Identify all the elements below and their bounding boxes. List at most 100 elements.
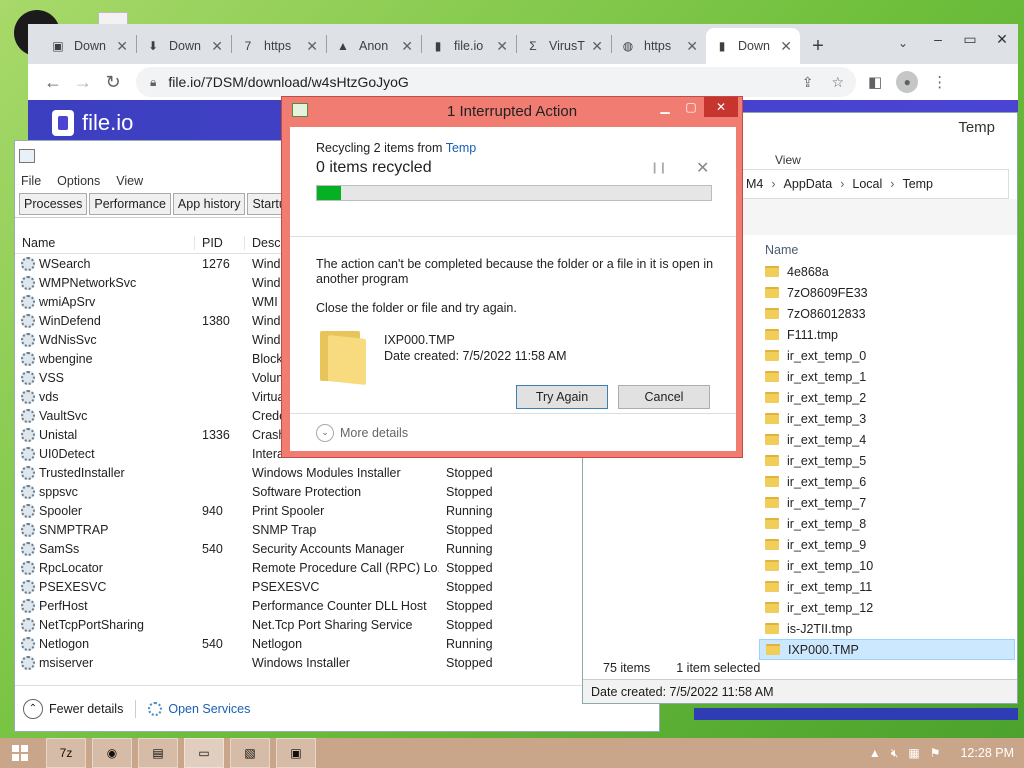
maximize-icon[interactable]: ▢ [678, 97, 704, 117]
table-row[interactable]: TrustedInstaller Windows Modules Installe… [15, 463, 659, 482]
tab-close-icon[interactable]: ✕ [211, 38, 223, 55]
try-again-button[interactable]: Try Again [516, 385, 608, 409]
profile-avatar-icon[interactable]: ● [896, 71, 919, 93]
list-item[interactable]: ir_ext_temp_12 [759, 597, 1015, 618]
browser-tab[interactable]: ▲ Anon ✕ [327, 28, 421, 64]
list-item[interactable]: ir_ext_temp_7 [759, 492, 1015, 513]
list-item[interactable]: ir_ext_temp_9 [759, 534, 1015, 555]
taskbar-chrome-icon[interactable]: ◉ [92, 738, 132, 768]
list-item[interactable]: ir_ext_temp_5 [759, 450, 1015, 471]
table-row[interactable]: msiserver Windows Installer Stopped [15, 653, 659, 672]
list-item[interactable]: ir_ext_temp_11 [759, 576, 1015, 597]
tab-close-icon[interactable]: ✕ [496, 38, 508, 55]
new-tab-icon[interactable]: + [800, 28, 836, 64]
tab-close-icon[interactable]: ✕ [401, 38, 413, 55]
more-details-toggle[interactable]: ⌄ More details [290, 413, 736, 451]
tab-app-history[interactable]: App history [172, 193, 246, 215]
pause-icon[interactable]: ❙❙ [650, 161, 667, 174]
minimize-icon[interactable]: ▁ [652, 97, 678, 117]
lock-icon[interactable]: 🔒︎ [150, 75, 156, 90]
browser-tab[interactable]: ⬇ Down ✕ [137, 28, 231, 64]
taskbar-notepad-icon[interactable]: ▤ [138, 738, 178, 768]
menu-item-options[interactable]: Options [57, 174, 100, 188]
close-icon[interactable]: ✕ [704, 97, 738, 117]
back-icon[interactable]: ← [38, 67, 68, 97]
clock[interactable]: 12:28 PM [960, 746, 1014, 760]
action-center-icon[interactable]: ⚑ [930, 746, 941, 760]
breadcrumb-item[interactable]: Local [852, 177, 882, 191]
address-bar[interactable]: 🔒︎ file.io/7DSM/download/w4sHtzGoJyoG ⇪ … [136, 67, 856, 97]
cancel-button[interactable]: Cancel [618, 385, 710, 409]
taskbar-recycle-icon[interactable]: ▣ [276, 738, 316, 768]
tab-close-icon[interactable]: ✕ [780, 38, 792, 55]
tab-close-icon[interactable]: ✕ [591, 38, 603, 55]
list-item[interactable]: F111.tmp [759, 324, 1015, 345]
column-pid[interactable]: PID [195, 235, 245, 250]
table-row[interactable]: sppsvc Software Protection Stopped [15, 482, 659, 501]
browser-tab[interactable]: ▮ Down ✕ [706, 28, 800, 64]
breadcrumb-item[interactable]: AppData [784, 177, 833, 191]
fileio-logo[interactable]: file.io [52, 110, 133, 136]
browser-tab[interactable]: ▮ file.io ✕ [422, 28, 516, 64]
side-panel-icon[interactable]: ◧ [868, 73, 882, 91]
list-item[interactable]: 7zO86012833 [759, 303, 1015, 324]
more-menu-icon[interactable]: ⋮ [932, 73, 947, 91]
tab-processes[interactable]: Processes [19, 193, 88, 215]
open-services-link[interactable]: Open Services [148, 701, 250, 716]
network-icon[interactable]: ▦ [908, 746, 919, 760]
tab-performance[interactable]: Performance [89, 193, 171, 215]
stop-icon[interactable]: ✕ [696, 158, 709, 178]
table-row[interactable]: SamSs 540 Security Accounts Manager Running [15, 539, 659, 558]
table-row[interactable]: PSEXESVC PSEXESVC Stopped [15, 577, 659, 596]
list-item[interactable]: 4e868a [759, 261, 1015, 282]
list-item[interactable]: ir_ext_temp_1 [759, 366, 1015, 387]
recycling-source-link[interactable]: Temp [446, 141, 477, 155]
taskbar-taskmanager-icon[interactable]: ▧ [230, 738, 270, 768]
breadcrumb-item[interactable]: M4 [746, 177, 763, 191]
restore-window-icon[interactable]: ▭ [954, 24, 986, 54]
list-item[interactable]: ir_ext_temp_2 [759, 387, 1015, 408]
reload-icon[interactable]: ↻ [98, 67, 128, 97]
table-row[interactable]: SNMPTRAP SNMP Trap Stopped [15, 520, 659, 539]
url-text[interactable]: file.io/7DSM/download/w4sHtzGoJyoG [168, 74, 801, 90]
browser-tab[interactable]: 7 https ✕ [232, 28, 326, 64]
browser-tab[interactable]: ▣ Down ✕ [42, 28, 136, 64]
table-row[interactable]: RpcLocator Remote Procedure Call (RPC) Lo… [15, 558, 659, 577]
browser-tab[interactable]: Σ VirusT ✕ [517, 28, 611, 64]
dialog-titlebar[interactable]: 1 Interrupted Action ▁ ▢ ✕ [282, 97, 742, 125]
tab-search-icon[interactable]: ⌄ [898, 36, 908, 50]
menu-item-file[interactable]: File [21, 174, 41, 188]
forward-icon[interactable]: → [68, 67, 98, 97]
table-row[interactable]: Spooler 940 Print Spooler Running [15, 501, 659, 520]
explorer-column-name[interactable]: Name [759, 239, 1015, 261]
list-item[interactable]: ir_ext_temp_0 [759, 345, 1015, 366]
tab-close-icon[interactable]: ✕ [306, 38, 318, 55]
list-item[interactable]: ir_ext_temp_3 [759, 408, 1015, 429]
menu-item-view[interactable]: View [116, 174, 143, 188]
browser-tab[interactable]: ◍ https ✕ [612, 28, 706, 64]
tab-close-icon[interactable]: ✕ [686, 38, 698, 55]
list-item[interactable]: is-J2TII.tmp [759, 618, 1015, 639]
list-item[interactable]: ir_ext_temp_6 [759, 471, 1015, 492]
start-button[interactable] [0, 738, 40, 768]
list-item[interactable]: ir_ext_temp_10 [759, 555, 1015, 576]
table-row[interactable]: NetTcpPortSharing Net.Tcp Port Sharing Se… [15, 615, 659, 634]
table-row[interactable]: Netlogon 540 Netlogon Running [15, 634, 659, 653]
table-row[interactable]: PerfHost Performance Counter DLL Host Stop… [15, 596, 659, 615]
close-window-icon[interactable]: ✕ [986, 24, 1018, 54]
minimize-window-icon[interactable]: – [922, 24, 954, 54]
taskbar-explorer-icon[interactable]: ▭ [184, 738, 224, 768]
show-hidden-icons-icon[interactable]: ▲ [869, 746, 881, 760]
column-name[interactable]: Name [15, 235, 195, 250]
list-item[interactable]: 7zO8609FE33 [759, 282, 1015, 303]
breadcrumb-item[interactable]: Temp [902, 177, 933, 191]
volume-muted-icon[interactable]: 🔇︎ [891, 746, 899, 761]
taskbar-7zip-icon[interactable]: 7z [46, 738, 86, 768]
ribbon-tab-view[interactable]: View [775, 153, 801, 167]
bookmark-star-icon[interactable]: ☆ [831, 74, 844, 91]
share-icon[interactable]: ⇪ [802, 74, 814, 91]
list-item[interactable]: ir_ext_temp_8 [759, 513, 1015, 534]
tab-close-icon[interactable]: ✕ [116, 38, 128, 55]
fewer-details-link[interactable]: Fewer details [49, 702, 123, 716]
list-item[interactable]: ir_ext_temp_4 [759, 429, 1015, 450]
